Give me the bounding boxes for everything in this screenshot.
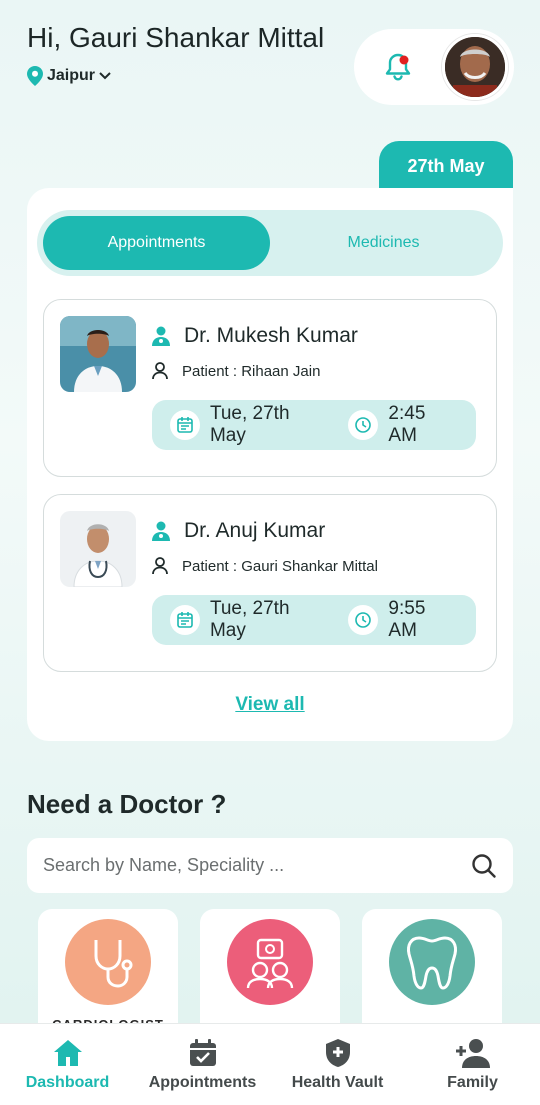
patient-name: Patient : Gauri Shankar Mittal <box>182 557 378 575</box>
appointment-time: 2:45 AM <box>388 403 426 446</box>
home-icon <box>53 1040 82 1066</box>
nav-family[interactable]: Family <box>405 1024 540 1105</box>
date-tab: 27th May <box>379 141 513 191</box>
nav-dashboard[interactable]: Dashboard <box>0 1024 135 1105</box>
nav-label: Family <box>447 1074 498 1091</box>
patient-name: Patient : Rihaan Jain <box>182 362 321 380</box>
speciality-card[interactable]: CARDIOLOGIST <box>38 909 178 1039</box>
tab-appointments[interactable]: Appointments <box>43 216 270 270</box>
appointment-date: Tue, 27th May <box>209 403 290 446</box>
search-icon[interactable] <box>471 853 497 879</box>
doctor-row: Dr. Mukesh Kumar <box>152 324 358 348</box>
doctor-photo <box>60 511 136 587</box>
patient-row: Patient : Gauri Shankar Mittal <box>152 557 378 575</box>
doctor-name: Dr. Anuj Kumar <box>184 519 326 542</box>
user-icon <box>152 362 168 380</box>
section-title: Need a Doctor ? <box>27 789 227 819</box>
appointments-card: Appointments Medicines Dr. Mukesh Kumar <box>27 188 513 741</box>
stethoscope-icon <box>65 919 151 1005</box>
appointment-time: 9:55 AM <box>388 598 426 641</box>
notification-bell[interactable] <box>382 51 414 83</box>
user-icon <box>152 557 168 575</box>
doctor-photo <box>60 316 136 392</box>
pediatric-icon <box>227 919 313 1005</box>
user-photo-icon <box>445 37 505 97</box>
tooth-icon <box>389 919 475 1005</box>
speciality-card[interactable] <box>362 909 502 1039</box>
location-label: Jaipur <box>47 67 96 84</box>
doctor-row: Dr. Anuj Kumar <box>152 519 325 543</box>
clock-icon <box>348 410 379 440</box>
doctor-icon <box>152 326 170 346</box>
doctor-avatar-icon <box>60 316 136 392</box>
clock-icon <box>348 605 379 635</box>
nav-label: Health Vault <box>291 1074 384 1091</box>
patient-row: Patient : Rihaan Jain <box>152 362 320 380</box>
doctor-name: Dr. Mukesh Kumar <box>184 324 358 347</box>
doctor-avatar-icon <box>60 511 136 587</box>
doctor-icon <box>152 521 170 541</box>
speciality-card[interactable] <box>200 909 340 1039</box>
tab-medicines[interactable]: Medicines <box>270 216 497 270</box>
header: Hi, Gauri Shankar Mittal Jaipur <box>27 22 347 86</box>
calendar-check-icon <box>189 1039 216 1066</box>
bottom-nav: Dashboard Appointments Health Vault Fami… <box>0 1023 540 1105</box>
appointment-time-pill: Tue, 27th May 9:55 AM <box>152 595 476 645</box>
shield-plus-icon <box>325 1039 350 1067</box>
location-pin-icon <box>27 66 43 86</box>
avatar[interactable] <box>442 34 508 100</box>
doctor-search[interactable]: Search by Name, Speciality ... <box>27 838 513 893</box>
calendar-icon <box>170 605 200 635</box>
appointment-date: Tue, 27th May <box>209 598 290 641</box>
greeting: Hi, Gauri Shankar Mittal <box>27 22 325 53</box>
add-user-icon <box>455 1039 490 1068</box>
search-input[interactable]: Search by Name, Speciality ... <box>43 855 284 876</box>
bell-icon <box>385 53 411 81</box>
nav-appointments[interactable]: Appointments <box>135 1024 270 1105</box>
segment-tabs: Appointments Medicines <box>37 210 503 276</box>
profile-pill <box>354 29 514 105</box>
nav-health-vault[interactable]: Health Vault <box>270 1024 405 1105</box>
chevron-down-icon <box>99 72 111 80</box>
appointment-card[interactable]: Dr. Mukesh Kumar Patient : Rihaan Jain T… <box>43 299 497 477</box>
location-selector[interactable]: Jaipur <box>27 66 347 86</box>
appointment-time-pill: Tue, 27th May 2:45 AM <box>152 400 476 450</box>
appointment-card[interactable]: Dr. Anuj Kumar Patient : Gauri Shankar M… <box>43 494 497 672</box>
nav-label: Appointments <box>148 1074 257 1091</box>
nav-label: Dashboard <box>25 1074 110 1091</box>
view-all-link[interactable]: View all <box>27 694 513 716</box>
calendar-icon <box>170 410 200 440</box>
